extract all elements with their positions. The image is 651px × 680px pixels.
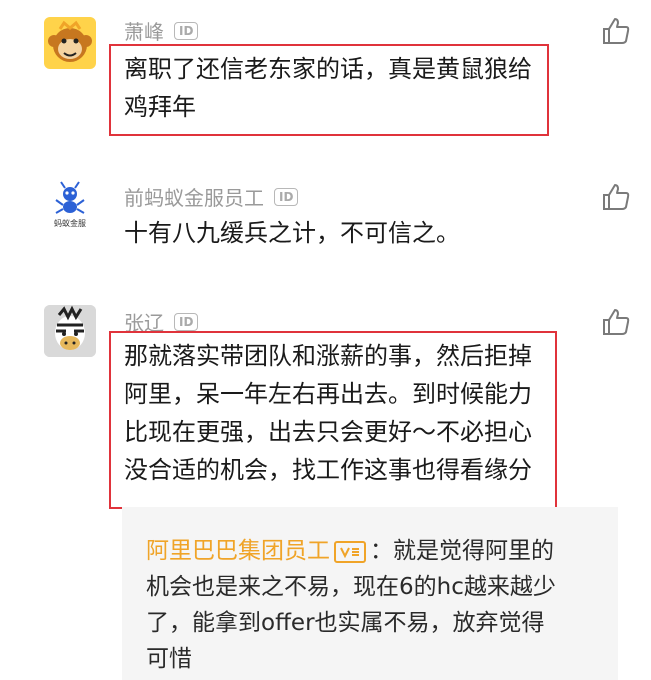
comment-item: 蚂蚁金服 前蚂蚁金服员工 ID 十有八九缓兵之计，不可信之。 [0, 170, 651, 280]
comment-header: 前蚂蚁金服员工 ID [124, 182, 299, 211]
comment-line: 没合适的机会，找工作这事也得看缘分 [124, 456, 532, 484]
verified-badge-icon [334, 540, 366, 563]
reply-author-name[interactable]: 阿里巴巴集团员工 [146, 538, 330, 564]
thumbs-up-icon[interactable] [601, 307, 631, 337]
thumbs-up-icon[interactable] [601, 182, 631, 212]
avatar[interactable] [44, 17, 96, 69]
comment-item: 张辽 ID 那就落实带团队和涨薪的事，然后拒掉 阿里，呆一年左右再出去。到时候能… [0, 295, 651, 510]
comment-text: 离职了还信老东家的话，真是黄鼠狼给 鸡拜年 [124, 50, 532, 126]
monkey-avatar-icon [44, 17, 96, 69]
reply-line: 了，能拿到offer也实属不易，放弃觉得 [146, 610, 545, 636]
id-badge-icon: ID [174, 21, 199, 40]
avatar[interactable] [44, 305, 96, 357]
comment-item: 萧峰 ID 离职了还信老东家的话，真是黄鼠狼给 鸡拜年 [0, 0, 651, 150]
comment-header: 萧峰 ID [124, 16, 199, 45]
comment-line: 离职了还信老东家的话，真是黄鼠狼给 [124, 55, 532, 83]
comment-text: 十有八九缓兵之计，不可信之。 [124, 214, 460, 252]
commenter-name[interactable]: 萧峰 [124, 16, 164, 45]
reply-line: 可惜 [146, 646, 192, 672]
comment-line: 鸡拜年 [124, 93, 196, 121]
comment-line: 阿里，呆一年左右再出去。到时候能力 [124, 380, 532, 408]
reply-line-text: 就是觉得阿里的 [393, 538, 554, 564]
avatar-label: 蚂蚁金服 [54, 219, 86, 228]
commenter-name[interactable]: 前蚂蚁金服员工 [124, 182, 264, 211]
comment-line: 十有八九缓兵之计，不可信之。 [124, 219, 460, 247]
reply-separator: ： [370, 538, 393, 564]
zebra-avatar-icon [44, 305, 96, 357]
thumbs-up-icon[interactable] [601, 16, 631, 46]
id-badge-icon: ID [274, 187, 299, 206]
comment-line: 那就落实带团队和涨薪的事，然后拒掉 [124, 342, 532, 370]
reply-text: 阿里巴巴集团员工 ：就是觉得阿里的 机会也是来之不易，现在6的hc越来越少 了，能… [146, 533, 596, 677]
reply-line: 机会也是来之不易，现在6的hc越来越少 [146, 574, 556, 600]
reply-line: 阿里巴巴集团员工 ：就是觉得阿里的 [146, 533, 596, 569]
reply-box[interactable]: 阿里巴巴集团员工 ：就是觉得阿里的 机会也是来之不易，现在6的hc越来越少 了，能… [122, 507, 618, 680]
avatar[interactable]: 蚂蚁金服 [44, 180, 96, 232]
comment-text: 那就落实带团队和涨薪的事，然后拒掉 阿里，呆一年左右再出去。到时候能力 比现在更… [124, 337, 532, 489]
id-badge-icon: ID [174, 312, 199, 331]
comment-line: 比现在更强，出去只会更好～不必担心 [124, 418, 532, 446]
